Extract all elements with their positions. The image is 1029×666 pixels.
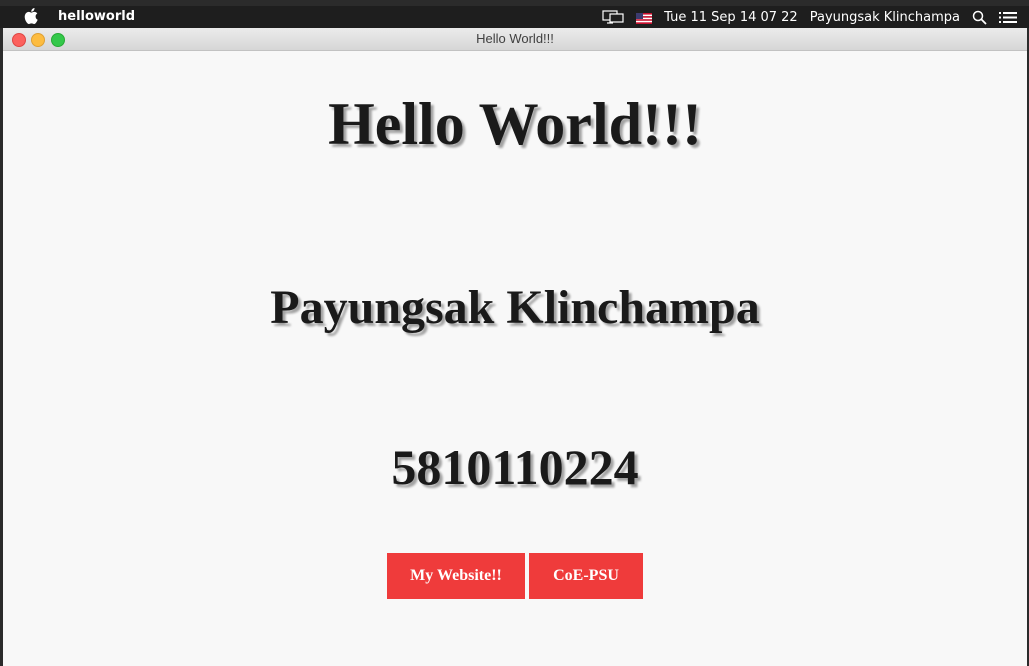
apple-icon[interactable] bbox=[24, 8, 38, 24]
title-bar[interactable]: Hello World!!! bbox=[3, 28, 1027, 51]
list-icon[interactable] bbox=[999, 11, 1017, 24]
display-icon[interactable] bbox=[602, 10, 624, 24]
app-window: Hello World!!! Hello World!!! Payungsak … bbox=[3, 28, 1027, 666]
maximize-window-button[interactable] bbox=[51, 33, 65, 47]
menubar-user[interactable]: Payungsak Klinchampa bbox=[810, 10, 960, 25]
window-title: Hello World!!! bbox=[476, 31, 554, 46]
student-id: 5810110224 bbox=[391, 439, 639, 495]
us-flag-icon[interactable] bbox=[636, 12, 653, 24]
minimize-window-button[interactable] bbox=[31, 33, 45, 47]
coe-psu-button[interactable]: CoE-PSU bbox=[529, 553, 643, 599]
page-heading: Hello World!!! bbox=[328, 91, 702, 157]
menu-bar: helloworld Tue 11 Sep 14 07 22 Payungsak… bbox=[0, 6, 1029, 28]
author-name: Payungsak Klinchampa bbox=[270, 281, 760, 334]
page-content: Hello World!!! Payungsak Klinchampa 5810… bbox=[3, 51, 1027, 666]
close-window-button[interactable] bbox=[12, 33, 26, 47]
search-icon[interactable] bbox=[972, 10, 987, 25]
status-area: Tue 11 Sep 14 07 22 Payungsak Klinchampa bbox=[602, 6, 1029, 28]
my-website-button[interactable]: My Website!! bbox=[387, 553, 525, 599]
menubar-clock[interactable]: Tue 11 Sep 14 07 22 bbox=[664, 10, 798, 25]
button-group: My Website!! CoE-PSU bbox=[387, 553, 643, 599]
app-menu-name[interactable]: helloworld bbox=[58, 9, 135, 24]
